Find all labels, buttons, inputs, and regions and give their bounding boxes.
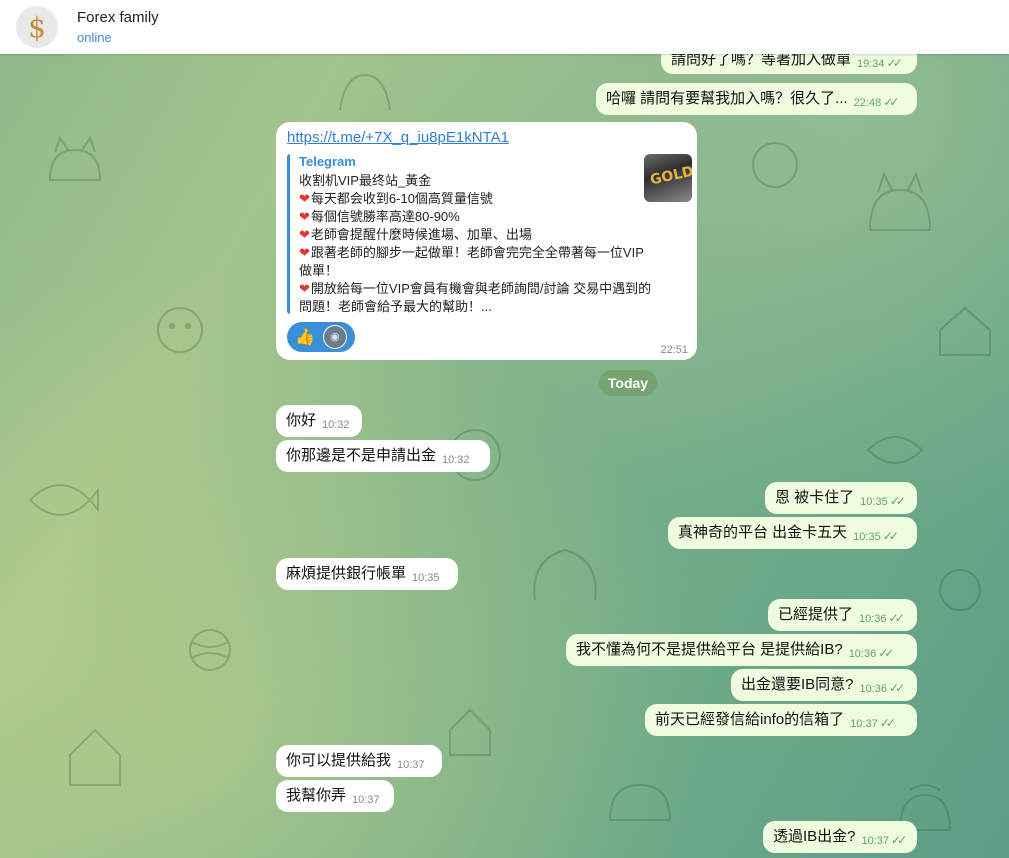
- read-checks-icon: ✓✓: [886, 56, 903, 70]
- message-time: 10:36: [859, 613, 887, 625]
- message-time: 10:32: [322, 419, 350, 431]
- date-separator: Today: [599, 370, 657, 396]
- message-text: 我不懂為何不是提供給平台 是提供給IB?: [576, 641, 843, 658]
- preview-line: ❤跟著老師的腳步一起做單！老師會完完全全帶著每一位VIP: [299, 245, 644, 260]
- message-text: 真神奇的平台 出金卡五天: [678, 524, 848, 541]
- message-bubble[interactable]: 你可以提供給我 10:37: [276, 745, 442, 777]
- heart-icon: ❤: [299, 245, 310, 260]
- message-bubble[interactable]: 真神奇的平台 出金卡五天 10:35 ✓✓: [668, 517, 917, 549]
- message-text: 已經提供了: [778, 606, 854, 623]
- message-bubble[interactable]: 哈囉 請問有要幫我加入嗎？很久了... 22:48 ✓✓: [596, 83, 917, 115]
- message-bubble[interactable]: 麻煩提供銀行帳單 10:35: [276, 558, 458, 590]
- cat-doodle-icon: [48, 135, 102, 181]
- message-text: 我幫你弄: [286, 787, 347, 804]
- preview-line: ❤每天都会收到6-10個高質量信號: [299, 191, 493, 206]
- house-doodle-icon: [449, 708, 491, 756]
- heart-icon: ❤: [299, 191, 310, 206]
- read-checks-icon: ✓✓: [891, 833, 907, 847]
- message-time: 10:32: [442, 454, 470, 466]
- dog-doodle-icon: [339, 73, 391, 111]
- read-checks-icon: ✓✓: [889, 681, 905, 695]
- chat-header[interactable]: $ Forex family online: [0, 0, 1009, 54]
- fish-doodle-icon: [866, 436, 924, 464]
- message-bubble[interactable]: 前天已經發信給info的信箱了 10:37 ✓✓: [645, 704, 917, 736]
- message-time: 10:35: [853, 531, 881, 543]
- link-preview[interactable]: Telegram GOLD 收割机VIP最终站_黃金 ❤每天都会收到6-10個高…: [287, 154, 692, 314]
- message-bubble[interactable]: 出金還要IB同意? 10:36 ✓✓: [731, 669, 917, 701]
- house-doodle-icon: [939, 306, 991, 356]
- preview-site-name: Telegram: [299, 154, 356, 169]
- message-bubble[interactable]: 我不懂為何不是提供給平台 是提供給IB? 10:36 ✓✓: [566, 634, 917, 666]
- read-checks-icon: ✓✓: [878, 646, 894, 660]
- message-time: 10:36: [848, 648, 877, 660]
- message-text: 透過IB出金?: [773, 828, 856, 845]
- ball-doodle-icon: [189, 629, 231, 671]
- reactor-avatar: ◉: [322, 325, 347, 349]
- link-preview-message[interactable]: https://t.me/+7X_q_iu8pE1kNTA1 Telegram …: [276, 122, 697, 360]
- message-bubble[interactable]: 你那邊是不是申請出金 10:32: [276, 440, 490, 472]
- read-checks-icon: ✓✓: [888, 611, 905, 625]
- message-bubble[interactable]: 恩 被卡住了 10:35 ✓✓: [765, 482, 917, 514]
- message-time: 22:51: [660, 344, 688, 356]
- dog-doodle-icon: [157, 307, 203, 353]
- preview-line: ❤每個信號勝率高達80-90%: [299, 209, 460, 224]
- preview-thumbnail: GOLD: [644, 154, 692, 202]
- message-time: 22:48: [853, 97, 882, 109]
- cat-doodle-icon: [608, 783, 672, 821]
- message-bubble[interactable]: 已經提供了 10:36 ✓✓: [768, 599, 917, 631]
- preview-line: 問題！老師會給予最大的幫助！...: [299, 299, 492, 314]
- message-time: 10:36: [859, 683, 888, 695]
- message-bubble[interactable]: 透過IB出金? 10:37 ✓✓: [763, 821, 917, 853]
- preview-line: ❤開放給每一位VIP會員有機會與老師詢問/討論 交易中遇到的: [299, 281, 652, 296]
- reaction-badge[interactable]: 👍 ◉: [287, 322, 355, 352]
- message-bubble[interactable]: 你好 10:32: [276, 405, 362, 437]
- message-time: 10:37: [397, 759, 425, 771]
- read-checks-icon: ✓✓: [883, 95, 899, 109]
- message-time: 10:37: [850, 718, 878, 730]
- thumbs-up-icon: 👍: [295, 329, 315, 346]
- message-time: 10:37: [352, 794, 380, 806]
- message-time: 10:37: [861, 835, 890, 847]
- message-text: 你好: [286, 412, 317, 429]
- heart-icon: ❤: [299, 227, 310, 242]
- read-checks-icon: ✓✓: [889, 494, 906, 508]
- message-time: 10:35: [412, 572, 440, 584]
- thumbnail-text: GOLD: [648, 163, 692, 189]
- read-checks-icon: ✓✓: [879, 716, 896, 730]
- message-text: 前天已經發信給info的信箱了: [655, 711, 845, 728]
- preview-line: ❤老師會提醒什麼時候進場、加單、出場: [299, 227, 532, 242]
- message-text: 你可以提供給我: [286, 752, 392, 769]
- chat-info[interactable]: Forex family online: [77, 9, 159, 45]
- read-checks-icon: ✓✓: [882, 529, 899, 543]
- message-text: 麻煩提供銀行帳單: [286, 565, 407, 582]
- message-time: 19:34: [857, 58, 885, 70]
- message-text: 哈囉 請問有要幫我加入嗎？很久了...: [606, 90, 848, 107]
- cat-doodle-icon: [868, 171, 932, 231]
- ball-doodle-icon: [752, 142, 798, 188]
- message-bubble[interactable]: 我幫你弄 10:37: [276, 780, 394, 812]
- dog-doodle-icon: [533, 548, 597, 601]
- chat-title: Forex family: [77, 9, 159, 26]
- heart-icon: ❤: [299, 281, 310, 296]
- house-doodle-icon: [69, 728, 121, 786]
- message-text: 恩 被卡住了: [775, 489, 855, 506]
- avatar[interactable]: $: [16, 6, 58, 48]
- ball-doodle-icon: [939, 569, 981, 611]
- fish-doodle-icon: [28, 484, 99, 516]
- preview-line: 做單！: [299, 263, 339, 278]
- message-link[interactable]: https://t.me/+7X_q_iu8pE1kNTA1: [287, 129, 509, 146]
- heart-icon: ❤: [299, 209, 310, 224]
- chat-status: online: [77, 30, 112, 45]
- message-text: 出金還要IB同意?: [741, 676, 854, 693]
- message-time: 10:35: [860, 496, 888, 508]
- message-text: 你那邊是不是申請出金: [286, 447, 437, 464]
- preview-title: 收割机VIP最终站_黃金: [299, 173, 432, 188]
